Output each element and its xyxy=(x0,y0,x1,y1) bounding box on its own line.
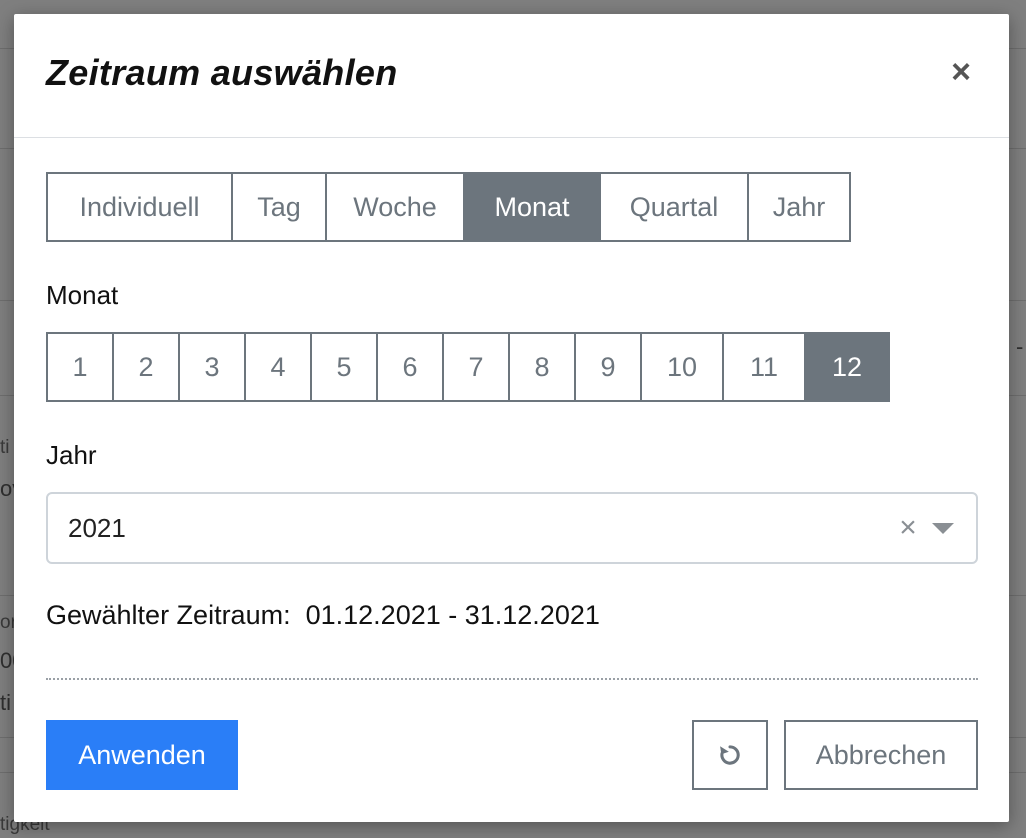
selected-range-value: 01.12.2021 - 31.12.2021 xyxy=(305,600,600,630)
divider xyxy=(46,678,978,680)
reset-button[interactable] xyxy=(692,720,768,790)
dialog-header: Zeitraum auswählen × xyxy=(14,14,1009,138)
tab-individuell[interactable]: Individuell xyxy=(48,174,233,240)
month-button-6[interactable]: 6 xyxy=(378,334,444,400)
month-button-7[interactable]: 7 xyxy=(444,334,510,400)
background-text: ti xyxy=(0,437,10,458)
month-button-10[interactable]: 10 xyxy=(642,334,724,400)
tab-tag[interactable]: Tag xyxy=(233,174,327,240)
background-text: ti xyxy=(0,690,11,715)
clear-icon[interactable]: × xyxy=(888,511,928,545)
period-dialog: Zeitraum auswählen × Individuell Tag Woc… xyxy=(14,14,1009,822)
selected-range-label: Gewählter Zeitraum: xyxy=(46,600,291,630)
close-icon[interactable]: × xyxy=(943,53,979,91)
month-button-1[interactable]: 1 xyxy=(48,334,114,400)
month-button-8[interactable]: 8 xyxy=(510,334,576,400)
tab-woche[interactable]: Woche xyxy=(327,174,465,240)
tab-quartal[interactable]: Quartal xyxy=(601,174,749,240)
selected-range: Gewählter Zeitraum: 01.12.2021 - 31.12.2… xyxy=(46,600,600,631)
tab-monat[interactable]: Monat xyxy=(465,174,601,240)
background-text: - xyxy=(1016,334,1024,359)
month-button-2[interactable]: 2 xyxy=(114,334,180,400)
month-label: Monat xyxy=(46,280,119,310)
tab-jahr[interactable]: Jahr xyxy=(749,174,849,240)
period-type-tabs: Individuell Tag Woche Monat Quartal Jahr xyxy=(46,172,851,242)
month-button-11[interactable]: 11 xyxy=(724,334,806,400)
dialog-title: Zeitraum auswählen xyxy=(46,52,398,93)
month-selector: 1 2 3 4 5 6 7 8 9 10 11 12 xyxy=(46,332,890,402)
month-button-3[interactable]: 3 xyxy=(180,334,246,400)
month-button-4[interactable]: 4 xyxy=(246,334,312,400)
year-value: 2021 xyxy=(68,512,126,543)
year-label: Jahr xyxy=(46,440,97,470)
apply-button[interactable]: Anwenden xyxy=(46,720,238,790)
month-button-5[interactable]: 5 xyxy=(312,334,378,400)
cancel-button[interactable]: Abbrechen xyxy=(784,720,978,790)
month-button-12[interactable]: 12 xyxy=(806,334,888,400)
month-button-9[interactable]: 9 xyxy=(576,334,642,400)
chevron-down-icon[interactable] xyxy=(932,522,954,534)
year-select[interactable]: 2021 × xyxy=(46,492,978,564)
reset-icon xyxy=(720,745,740,765)
